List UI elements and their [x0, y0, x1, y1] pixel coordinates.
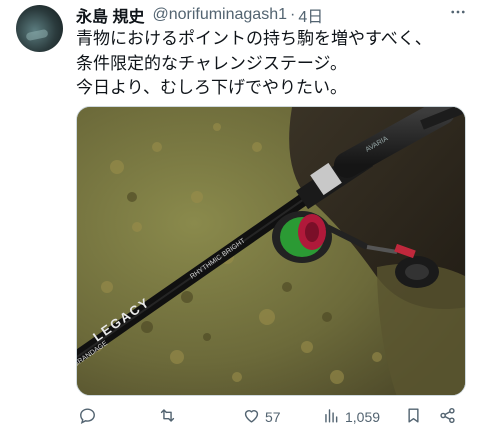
tweet-text-line-3: 今日より、むしろ下げでやりたい。 — [76, 78, 347, 97]
views-button[interactable]: 1,059 — [322, 404, 380, 430]
more-options-icon[interactable] — [446, 0, 470, 24]
bookmark-button[interactable] — [404, 404, 423, 430]
tweet-text-line-2: 条件限定的なチャレンジステージ。 — [76, 53, 347, 73]
tweet-text: 青物におけるポイントの持ち駒を増やすべく、 条件限定的なチャレンジステージ。 今… — [76, 27, 474, 101]
tweet-photo[interactable]: AVARIA LEGACY GRANDAGE RHYTHMIC BRIGHT — [76, 106, 466, 396]
views-count: 1,059 — [345, 409, 381, 425]
like-button[interactable]: 57 — [242, 404, 281, 430]
reply-button[interactable] — [78, 404, 97, 430]
like-count: 57 — [265, 409, 281, 425]
action-bar: 57 1,059 — [76, 404, 466, 430]
avatar-image-detail — [25, 28, 49, 42]
bookmark-icon — [404, 406, 423, 428]
share-button[interactable] — [438, 404, 457, 430]
author-handle[interactable]: @norifuminagash1 — [152, 6, 287, 24]
reply-icon — [78, 406, 97, 428]
timestamp[interactable]: 4日 — [298, 3, 323, 27]
tweet-text-line-1: 青物におけるポイントの持ち駒を増やすべく、 — [76, 29, 432, 48]
retweet-button[interactable] — [158, 404, 177, 430]
avatar[interactable] — [16, 5, 63, 52]
views-icon — [322, 406, 341, 428]
retweet-icon — [158, 406, 177, 428]
share-icon — [438, 406, 457, 428]
author-name[interactable]: 永島 規史 — [76, 3, 144, 27]
separator-dot: · — [290, 6, 296, 23]
fishing-rod-photo: AVARIA LEGACY GRANDAGE RHYTHMIC BRIGHT — [77, 107, 465, 395]
like-icon — [242, 406, 261, 428]
tweet-header: 永島 規史 @norifuminagash1 · 4日 — [76, 4, 470, 26]
